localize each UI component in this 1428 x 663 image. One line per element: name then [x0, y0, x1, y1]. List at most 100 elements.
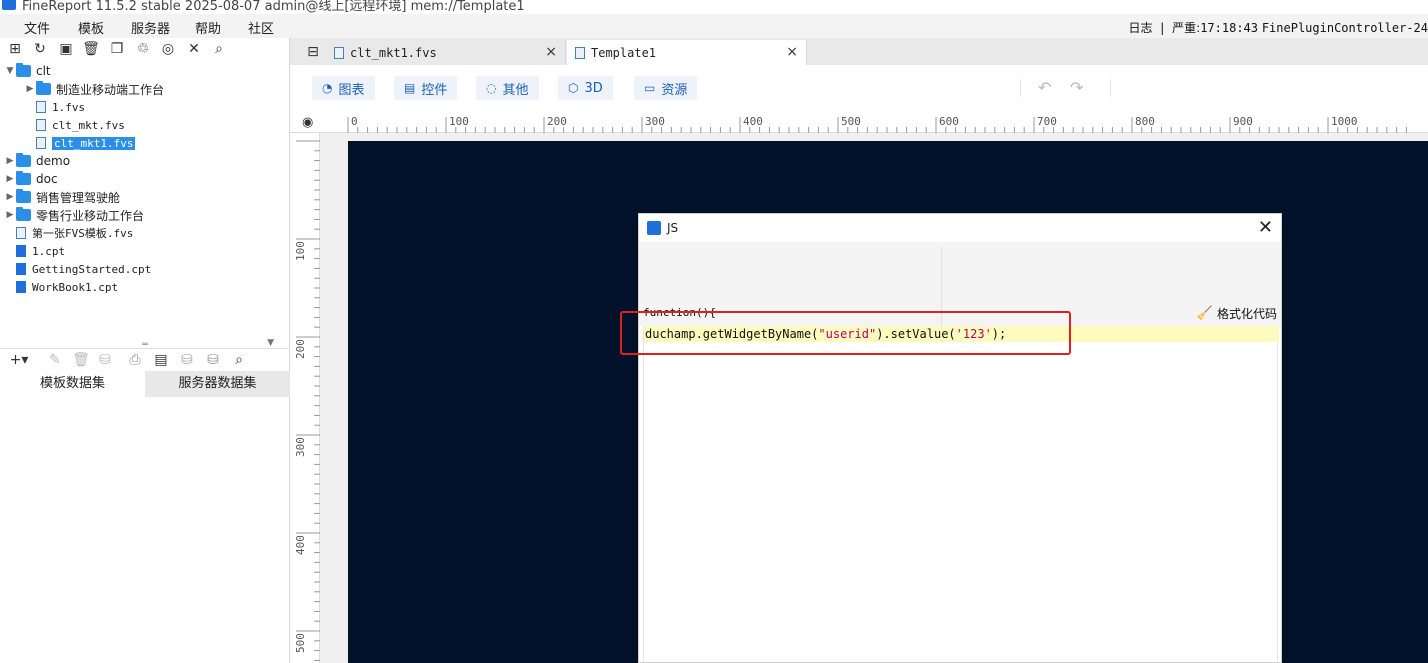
tree-item-label: clt: [36, 64, 51, 78]
log-label[interactable]: 日志: [1128, 21, 1152, 35]
horizontal-ruler: ◉ 0 100 200 300 400 500 600 700 800 900 1000: [290, 113, 1428, 133]
title-bar: FineReport 11.5.2 stable 2025-08-07 admi…: [0, 0, 1428, 14]
code-editor[interactable]: duchamp.getWidgetByName("userid").setVal…: [643, 326, 1279, 662]
collapsed-arrow-icon[interactable]: ▶: [24, 84, 36, 94]
app-logo-icon: [647, 221, 661, 235]
collapsed-arrow-icon[interactable]: ▶: [4, 210, 16, 220]
tab-server-dataset[interactable]: 服务器数据集: [145, 371, 290, 397]
tree-item[interactable]: 1.fvs: [24, 98, 85, 116]
chart-button[interactable]: ◔ 图表: [312, 76, 375, 100]
doc-tab-label: clt_mkt1.fvs: [350, 45, 437, 60]
close-tab-icon[interactable]: ×: [545, 44, 557, 60]
dataset-params-icon[interactable]: ▤: [152, 351, 170, 369]
doc-tab-clt-mkt1[interactable]: clt_mkt1.fvs ×: [326, 40, 566, 65]
preview-icon[interactable]: ⎙: [126, 351, 144, 369]
format-code-button[interactable]: 🧹 格式化代码: [1197, 305, 1277, 322]
tree-item[interactable]: clt_mkt1.fvs: [24, 134, 136, 152]
tree-item[interactable]: ▶ 销售管理驾驶舱: [4, 188, 120, 206]
ruler-label: 500: [294, 633, 307, 653]
tree-item-label: clt_mkt.fvs: [52, 118, 125, 132]
menu-help[interactable]: 帮助: [195, 18, 221, 37]
recycle-icon[interactable]: ♲: [134, 40, 152, 58]
widget-button[interactable]: ▤ 控件: [394, 76, 458, 100]
locate-icon[interactable]: ◎: [159, 40, 177, 58]
delete-icon[interactable]: 🗑: [82, 40, 100, 58]
ruler-label: 400: [743, 115, 763, 128]
db-connect-icon[interactable]: ⛁: [178, 351, 196, 369]
tree-item-label: doc: [36, 172, 58, 186]
edit-icon[interactable]: ✎: [46, 351, 64, 369]
tree-item[interactable]: ▶ 制造业移动端工作台: [24, 80, 164, 98]
dataset-search-icon[interactable]: ⌕: [230, 351, 248, 369]
new-folder-icon[interactable]: ⊞: [6, 40, 24, 58]
tree-item[interactable]: ▶ doc: [4, 170, 58, 188]
status-area: 日志 | 严重:17:18:43 FinePluginController-24: [1128, 19, 1428, 36]
chart-button-label: 图表: [338, 82, 365, 98]
ruler-label: 700: [1037, 115, 1057, 128]
tree-item[interactable]: ▶ 零售行业移动工作台: [4, 206, 144, 224]
tree-item[interactable]: 1.cpt: [4, 242, 65, 260]
ruler-label: 100: [294, 241, 307, 261]
doc-tab-label: Template1: [591, 45, 657, 60]
tree-item[interactable]: ▶ demo: [4, 152, 70, 170]
close-tab-icon[interactable]: ×: [786, 44, 798, 60]
tree-item[interactable]: WorkBook1.cpt: [4, 278, 118, 296]
tree-item-label: WorkBook1.cpt: [32, 280, 119, 294]
tree-item-label: 制造业移动端工作台: [56, 82, 165, 97]
collapsed-arrow-icon[interactable]: ▶: [4, 192, 16, 202]
copy-icon[interactable]: ❐: [108, 40, 126, 58]
cpt-file-icon: [16, 281, 26, 293]
collapsed-arrow-icon[interactable]: ▶: [4, 174, 16, 184]
database-icon[interactable]: ⛁: [96, 351, 114, 369]
tree-item[interactable]: ▼ clt: [4, 62, 51, 80]
menu-template[interactable]: 模板: [78, 18, 104, 37]
folder-icon: [16, 189, 31, 203]
close-icon[interactable]: ✕: [1258, 217, 1273, 238]
tab-template-dataset[interactable]: 模板数据集: [0, 371, 145, 397]
folder-icon: [16, 153, 31, 167]
document-tabbar: ⊟ clt_mkt1.fvs × Template1 ×: [290, 38, 1428, 65]
window-title: FineReport 11.5.2 stable 2025-08-07 admi…: [22, 0, 525, 14]
chart-icon: ◔: [322, 81, 333, 95]
cpt-file-icon: [16, 245, 26, 257]
js-editor-dialog: JS ✕ function(){ 🧹 格式化代码 duchamp.getWidge…: [638, 213, 1282, 663]
panel-splitter[interactable]: ═ ▼: [0, 338, 290, 350]
tree-item[interactable]: 第一张FVS模板.fvs: [4, 224, 133, 242]
db-settings-icon[interactable]: ⛁: [204, 351, 222, 369]
log-level: 严重:: [1172, 21, 1201, 35]
template-toolbar: ⊞ ↻ ▣ 🗑 ❐ ♲ ◎ ✕ ⌕: [0, 38, 290, 60]
tree-item-label: GettingStarted.cpt: [32, 262, 152, 276]
vertical-ruler: 100 200 300 400 500: [290, 133, 320, 663]
redo-icon[interactable]: ↷: [1070, 78, 1083, 97]
folder-icon: [36, 81, 51, 95]
menu-server[interactable]: 服务器: [131, 18, 170, 37]
tab-list-icon[interactable]: ⊟: [304, 43, 322, 61]
tree-item[interactable]: GettingStarted.cpt: [4, 260, 151, 278]
doc-tab-template1[interactable]: Template1 ×: [567, 40, 807, 65]
widget-icon: ▤: [404, 81, 416, 95]
resource-button[interactable]: ▭ 资源: [634, 76, 698, 100]
3d-button[interactable]: ⬡ 3D: [558, 76, 613, 100]
tree-item-label: clt_mkt1.fvs: [52, 136, 136, 150]
ruler-label: 300: [645, 115, 665, 128]
other-button[interactable]: ◌ 其他: [476, 76, 539, 100]
lock-icon[interactable]: ▣: [57, 40, 75, 58]
refresh-icon[interactable]: ↻: [31, 40, 49, 58]
add-dataset-icon[interactable]: +▾: [6, 351, 32, 369]
ruler-label: 600: [939, 115, 959, 128]
collapse-down-icon[interactable]: ▼: [267, 338, 274, 348]
delete-dataset-icon[interactable]: 🗑: [72, 351, 90, 369]
expanded-arrow-icon[interactable]: ▼: [4, 66, 16, 76]
fvs-file-icon: [575, 46, 585, 59]
collapsed-arrow-icon[interactable]: ▶: [4, 156, 16, 166]
ruler-label: 200: [294, 339, 307, 359]
ruler-label: 0: [351, 115, 358, 128]
toolbar-divider: [1110, 79, 1111, 97]
dialog-title: JS: [667, 221, 679, 235]
menu-community[interactable]: 社区: [248, 18, 274, 37]
menu-file[interactable]: 文件: [24, 18, 50, 37]
search-icon[interactable]: ⌕: [210, 40, 228, 58]
tree-item[interactable]: clt_mkt.fvs: [24, 116, 125, 134]
collapse-icon[interactable]: ✕: [185, 40, 203, 58]
undo-icon[interactable]: ↶: [1038, 78, 1051, 97]
